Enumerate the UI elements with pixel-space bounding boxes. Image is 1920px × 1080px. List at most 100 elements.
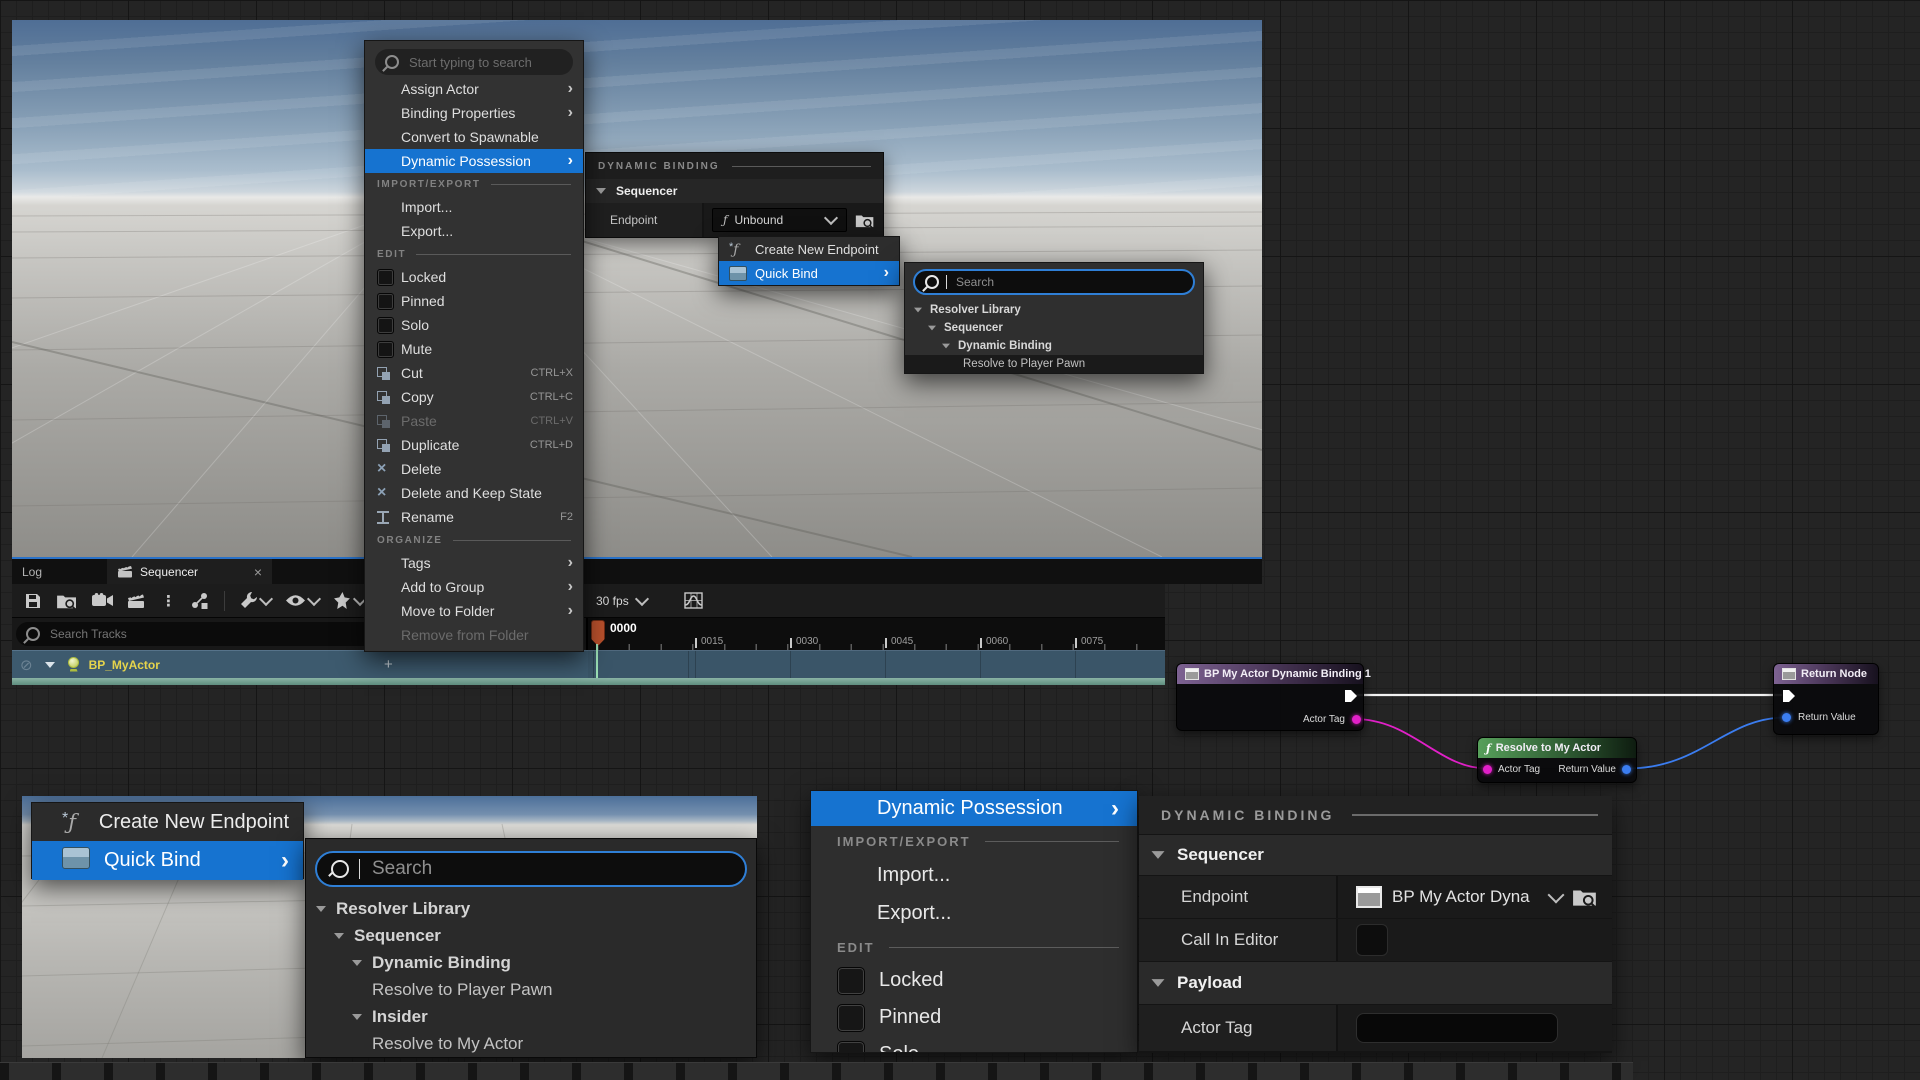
- menu-item-locked[interactable]: Locked: [365, 265, 583, 289]
- curve-editor-icon[interactable]: [684, 592, 703, 609]
- menu-item-add-to-group[interactable]: Add to Group›: [365, 575, 583, 599]
- tree-item-resolver-library[interactable]: Resolver Library: [905, 301, 1203, 319]
- call-in-editor-checkbox[interactable]: [1356, 924, 1388, 956]
- menu-item-rename[interactable]: RenameF2: [365, 505, 583, 529]
- eye-visibility-icon[interactable]: [285, 594, 319, 607]
- tree-item-resolver-library[interactable]: Resolver Library: [306, 895, 756, 922]
- tab-log[interactable]: Log: [22, 565, 42, 579]
- locked-checkbox[interactable]: [837, 967, 865, 995]
- tree-item-sequencer[interactable]: Sequencer: [905, 319, 1203, 337]
- endpoint-combobox[interactable]: ƒ Unbound: [712, 208, 847, 232]
- menu-item-delete[interactable]: ×Delete: [365, 457, 583, 481]
- graph-bottom-scrollbar[interactable]: [0, 1062, 1633, 1080]
- return-value-out-pin[interactable]: [1622, 765, 1631, 774]
- menu-item-paste[interactable]: PasteCTRL+V: [365, 409, 583, 433]
- chevron-down-icon[interactable]: [1548, 887, 1565, 904]
- playback-options-icon[interactable]: [333, 591, 365, 610]
- menu-item-import[interactable]: Import...: [811, 856, 1137, 894]
- resolver-search-field[interactable]: [954, 274, 1183, 290]
- menu-item-quick-bind[interactable]: Quick Bind ›: [32, 841, 303, 880]
- resolver-search-input-large[interactable]: [315, 851, 747, 887]
- menu-item-copy[interactable]: CopyCTRL+C: [365, 385, 583, 409]
- locked-checkbox[interactable]: [377, 269, 394, 286]
- menu-item-solo[interactable]: Solo: [365, 313, 583, 337]
- expander-icon[interactable]: [334, 933, 344, 939]
- menu-item-cut[interactable]: CutCTRL+X: [365, 361, 583, 385]
- tree-item-resolve-to-player-pawn[interactable]: Resolve to Player Pawn: [306, 976, 756, 1003]
- track-name-label[interactable]: BP_MyActor: [89, 658, 160, 672]
- menu-item-assign-actor[interactable]: Assign Actor›: [365, 77, 583, 101]
- menu-item-import[interactable]: Import...: [365, 195, 583, 219]
- save-icon[interactable]: [24, 592, 42, 610]
- tree-item-dynamic-binding[interactable]: Dynamic Binding: [905, 337, 1203, 355]
- expander-icon[interactable]: [914, 308, 922, 313]
- expander-icon[interactable]: [352, 1014, 362, 1020]
- actor-tag-input[interactable]: [1356, 1013, 1558, 1043]
- mute-column-icon[interactable]: ⊘: [20, 656, 33, 674]
- menu-item-delete-keep-state[interactable]: ×Delete and Keep State: [365, 481, 583, 505]
- submenu-item-create-new-endpoint[interactable]: *ƒ Create New Endpoint: [719, 237, 899, 261]
- resolve-node[interactable]: ƒ Resolve to My Actor Actor Tag Return V…: [1477, 737, 1637, 783]
- menu-item-create-new-endpoint[interactable]: *ƒ Create New Endpoint: [32, 803, 303, 841]
- actor-tag-in-pin[interactable]: [1483, 765, 1492, 774]
- track-row-names[interactable]: ⊘ BP_MyActor +: [12, 650, 588, 678]
- category-row-sequencer[interactable]: Sequencer: [586, 179, 883, 203]
- menu-item-locked[interactable]: Locked: [811, 962, 1137, 999]
- track-expander-icon[interactable]: [45, 662, 55, 668]
- fps-dropdown[interactable]: 30 fps: [596, 594, 647, 608]
- expander-icon[interactable]: [928, 326, 936, 331]
- mute-checkbox[interactable]: [377, 341, 394, 358]
- track-range-bar[interactable]: [12, 678, 1165, 685]
- binding-node[interactable]: BP My Actor Dynamic Binding 1 Actor Tag: [1176, 663, 1364, 731]
- menu-search-field[interactable]: [407, 54, 587, 71]
- tab-sequencer[interactable]: Sequencer ×: [107, 559, 272, 584]
- actor-tag-pin[interactable]: [1352, 715, 1361, 724]
- pinned-checkbox[interactable]: [837, 1004, 865, 1032]
- menu-item-export[interactable]: Export...: [365, 219, 583, 243]
- menu-item-tags[interactable]: Tags›: [365, 551, 583, 575]
- menu-item-move-to-folder[interactable]: Move to Folder›: [365, 599, 583, 623]
- return-node[interactable]: Return Node Return Value: [1773, 663, 1879, 735]
- expander-icon[interactable]: [596, 188, 606, 194]
- menu-item-pinned[interactable]: Pinned: [811, 999, 1137, 1036]
- category-row-sequencer[interactable]: Sequencer: [1139, 835, 1612, 875]
- tree-item-dynamic-binding[interactable]: Dynamic Binding: [306, 949, 756, 976]
- menu-item-dynamic-possession[interactable]: Dynamic Possession›: [365, 149, 583, 173]
- expander-icon[interactable]: [942, 344, 950, 349]
- menu-item-mute[interactable]: Mute: [365, 337, 583, 361]
- tree-item-insider[interactable]: Insider: [306, 1003, 756, 1030]
- browse-icon[interactable]: [56, 592, 78, 610]
- menu-item-dynamic-possession[interactable]: Dynamic Possession ›: [811, 791, 1137, 826]
- exec-out-pin[interactable]: [1344, 689, 1358, 703]
- tab-close-icon[interactable]: ×: [254, 564, 262, 580]
- submenu-item-quick-bind[interactable]: Quick Bind ›: [719, 261, 899, 285]
- actor-sequence-icon[interactable]: [190, 592, 210, 610]
- add-section-icon[interactable]: +: [384, 656, 393, 673]
- browse-to-endpoint-icon[interactable]: [1572, 886, 1598, 908]
- resolver-search-field-large[interactable]: [370, 857, 731, 881]
- menu-search-input[interactable]: [375, 49, 573, 75]
- pinned-checkbox[interactable]: [377, 293, 394, 310]
- solo-checkbox[interactable]: [377, 317, 394, 334]
- menu-item-binding-properties[interactable]: Binding Properties›: [365, 101, 583, 125]
- menu-item-duplicate[interactable]: DuplicateCTRL+D: [365, 433, 583, 457]
- menu-item-convert-to-spawnable[interactable]: Convert to Spawnable: [365, 125, 583, 149]
- playhead-marker[interactable]: [591, 620, 605, 646]
- expander-icon[interactable]: [1152, 979, 1165, 987]
- menu-item-export[interactable]: Export...: [811, 894, 1137, 932]
- tree-item-resolve-to-my-actor[interactable]: Resolve to My Actor: [306, 1030, 756, 1057]
- expander-icon[interactable]: [1152, 851, 1165, 859]
- menu-item-solo[interactable]: Solo: [811, 1036, 1137, 1053]
- more-options-icon[interactable]: ⋮: [161, 592, 176, 610]
- expander-icon[interactable]: [352, 960, 362, 966]
- render-movie-icon[interactable]: [92, 593, 113, 608]
- menu-item-pinned[interactable]: Pinned: [365, 289, 583, 313]
- tree-item-sequencer[interactable]: Sequencer: [306, 922, 756, 949]
- create-camera-icon[interactable]: [127, 593, 147, 609]
- timeline-ruler[interactable]: 0015 0030 0045 0060 0075 0000: [588, 618, 1165, 650]
- wrench-icon[interactable]: [239, 591, 271, 610]
- browse-to-endpoint-icon[interactable]: [855, 212, 875, 229]
- menu-item-remove-from-folder[interactable]: Remove from Folder: [365, 623, 583, 647]
- solo-checkbox[interactable]: [837, 1041, 865, 1054]
- return-value-in-pin[interactable]: [1782, 713, 1791, 722]
